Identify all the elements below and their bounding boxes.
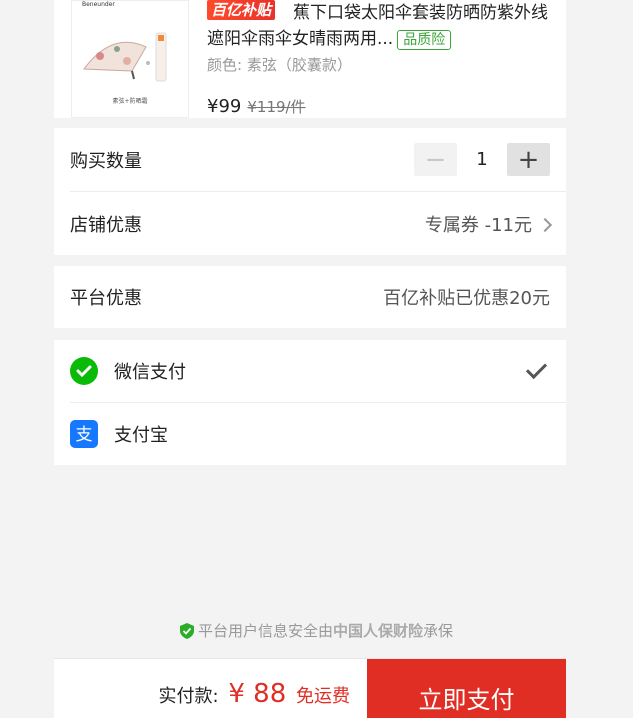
wechat-pay-label: 微信支付 [114, 362, 186, 383]
increase-quantity-button[interactable]: + [507, 143, 550, 176]
quantity-stepper: − 1 + [414, 143, 550, 176]
currency-symbol: ¥ [228, 679, 245, 709]
checkmark-icon [525, 357, 548, 379]
security-suffix: 承保 [423, 622, 454, 640]
chevron-right-icon [537, 217, 553, 232]
product-variant: 颜色: 素弦（胶囊款） [207, 56, 352, 74]
decrease-quantity-button[interactable]: − [414, 143, 457, 176]
product-thumbnail[interactable]: Beneunder 素弦+防晒霜 [71, 0, 189, 118]
platform-discount-section: 平台优惠 百亿补贴已优惠20元 [54, 266, 566, 328]
shield-check-icon [179, 622, 194, 639]
product-card[interactable]: Beneunder 素弦+防晒霜 蕉下口袋太阳伞套装防晒防紫外线遮阳伞雨伞女晴雨… [54, 0, 566, 118]
store-discount-text: 专属券 -11元 [424, 214, 532, 236]
svg-text:支: 支 [76, 425, 93, 445]
insurer-name: 中国人保财险 [332, 622, 423, 640]
subsidy-badge: 百亿补贴 [207, 0, 276, 20]
free-shipping: 免运费 [296, 686, 350, 707]
quality-tag: 品质险 [397, 30, 452, 50]
alipay-label: 支付宝 [114, 425, 168, 446]
umbrella-image [83, 32, 167, 82]
total-value: 88 [253, 679, 287, 709]
payment-methods-section: 微信支付 支 支付宝 [54, 340, 566, 465]
checkout-bar: 实付款: ¥ 88 免运费 立即支付 [54, 658, 566, 718]
product-price: ¥99 ¥119/件 [207, 96, 306, 117]
store-discount-value: 专属券 -11元 [424, 211, 553, 237]
current-price: ¥99 [207, 96, 242, 117]
total-summary: 实付款: ¥ 88 免运费 [159, 679, 350, 709]
store-discount-row[interactable]: 店铺优惠 专属券 -11元 [70, 192, 553, 255]
original-price: ¥119/件 [247, 98, 306, 116]
platform-discount-value: 百亿补贴已优惠20元 [383, 288, 550, 309]
total-label: 实付款: [158, 686, 219, 707]
quantity-row: 购买数量 − 1 + [70, 128, 550, 191]
thumbnail-caption: 素弦+防晒霜 [112, 98, 148, 105]
wechat-pay-icon [70, 357, 98, 385]
store-discount-label: 店铺优惠 [70, 214, 142, 236]
quantity-label: 购买数量 [70, 150, 142, 172]
quantity-value[interactable]: 1 [457, 149, 507, 170]
total-amount: ¥ 88 [228, 679, 286, 709]
pay-now-button[interactable]: 立即支付 [367, 659, 566, 718]
security-note: 平台用户信息安全由 中国人保财险 承保 [0, 620, 633, 641]
platform-discount-row: 平台优惠 百亿补贴已优惠20元 [70, 266, 550, 328]
order-options-section: 购买数量 − 1 + 店铺优惠 专属券 -11元 [54, 128, 566, 255]
payment-option-wechat[interactable]: 微信支付 [70, 340, 550, 402]
thumbnail-brand: Beneunder [82, 1, 115, 8]
platform-discount-label: 平台优惠 [70, 288, 142, 309]
alipay-icon: 支 [70, 420, 98, 448]
security-prefix: 平台用户信息安全由 [197, 622, 333, 640]
payment-option-alipay[interactable]: 支 支付宝 [70, 403, 550, 465]
